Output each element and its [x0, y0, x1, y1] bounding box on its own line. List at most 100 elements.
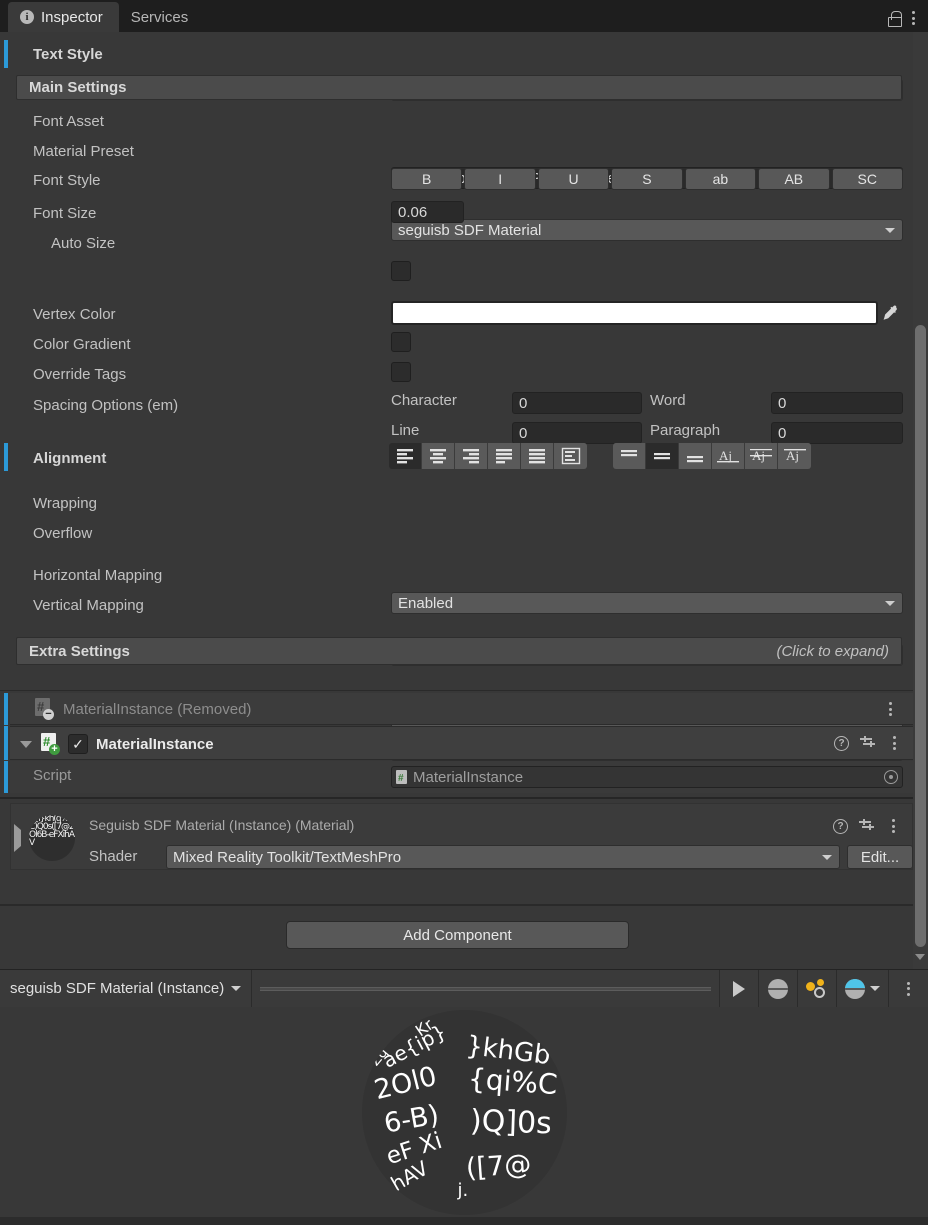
tab-services[interactable]: Services — [119, 2, 205, 32]
window-menu-kebab-icon[interactable] — [906, 10, 920, 26]
preview-toolbar: seguisb SDF Material (Instance) — [0, 969, 928, 1007]
wrapping-dropdown[interactable]: Enabled — [391, 592, 903, 614]
component-removed-kebab-icon[interactable] — [883, 701, 897, 717]
row-alignment: Alignment — [0, 443, 106, 473]
shader-edit-button[interactable]: Edit... — [847, 845, 913, 869]
color-gradient-checkbox[interactable] — [391, 332, 411, 352]
material-foldout-arrow[interactable] — [14, 824, 21, 852]
material-title: Seguisb SDF Material (Instance) (Materia… — [89, 817, 354, 833]
tab-inspector[interactable]: i Inspector — [8, 2, 119, 32]
add-component-button[interactable]: Add Component — [286, 921, 629, 949]
row-vertical-mapping: Vertical Mapping — [0, 590, 144, 620]
align-left-button[interactable] — [389, 443, 422, 469]
row-font-asset: Font Asset — [0, 106, 104, 136]
spacing-word-input[interactable]: 0 — [771, 392, 903, 414]
spacing-character-input[interactable]: 0 — [512, 392, 642, 414]
preview-menu-button[interactable] — [889, 970, 928, 1008]
alignment-vertical-group: Aj Aj Aj — [613, 443, 811, 469]
preview-environment-button[interactable] — [837, 970, 889, 1008]
align-center-button[interactable] — [422, 443, 455, 469]
override-tags-checkbox[interactable] — [391, 362, 411, 382]
override-tags-label: Override Tags — [33, 366, 126, 383]
preview-glyph: ([7@ — [465, 1150, 532, 1181]
materialinstance-enabled-checkbox[interactable]: ✓ — [68, 734, 88, 754]
align-flush-button[interactable] — [521, 443, 554, 469]
chevron-down-icon — [885, 228, 895, 233]
main-settings-header[interactable]: Main Settings — [16, 75, 902, 100]
materialinstance-kebab-icon[interactable] — [887, 735, 901, 751]
font-style-lowercase-button[interactable]: ab — [685, 168, 756, 190]
row-override-tags: Override Tags — [0, 359, 126, 389]
row-auto-size: Auto Size — [18, 228, 115, 258]
material-preview-canvas[interactable]: ae{ip}}khGb{qi%C)Q]0s([7@2Ol06-B)eF XihA… — [0, 1007, 928, 1217]
spacing-line-input[interactable]: 0 — [512, 422, 642, 444]
preview-lighting-button[interactable] — [798, 970, 837, 1008]
component-divider — [0, 690, 913, 691]
materialinstance-title: MaterialInstance — [96, 736, 214, 753]
component-materialinstance-removed[interactable]: # − MaterialInstance (Removed) — [10, 693, 913, 725]
inspector-scrollbar-thumb[interactable] — [915, 325, 926, 947]
preview-glyph: 2Ol0 — [371, 1062, 439, 1103]
preview-shading-button[interactable] — [759, 970, 798, 1008]
scrollbar-down-arrow-icon[interactable] — [915, 954, 925, 960]
spacing-options-label: Spacing Options (em) — [33, 397, 178, 414]
preview-play-button[interactable] — [720, 970, 759, 1008]
align-geometry-center-button[interactable] — [554, 443, 587, 469]
font-style-uppercase-button[interactable]: AB — [758, 168, 829, 190]
tab-services-label: Services — [131, 9, 189, 26]
extra-settings-header[interactable]: Extra Settings (Click to expand) — [16, 637, 902, 665]
material-preset-dropdown[interactable]: seguisb SDF Material — [391, 219, 903, 241]
row-vertex-color: Vertex Color — [0, 299, 116, 329]
font-style-bold-label: B — [422, 171, 431, 187]
font-style-smallcaps-button[interactable]: SC — [832, 168, 903, 190]
prefab-override-accent-text-style — [4, 40, 8, 68]
preset-icon[interactable] — [859, 819, 875, 833]
lock-icon[interactable] — [886, 10, 902, 26]
align-top-button[interactable] — [613, 443, 646, 469]
font-style-underline-button[interactable]: U — [538, 168, 609, 190]
preview-object-selector[interactable]: seguisb SDF Material (Instance) — [0, 970, 252, 1008]
align-right-button[interactable] — [455, 443, 488, 469]
info-icon: i — [20, 10, 34, 24]
font-size-input[interactable]: 0.06 — [391, 201, 464, 223]
align-middle-button[interactable] — [646, 443, 679, 469]
align-capline-button[interactable]: Aj — [778, 443, 811, 469]
component-materialinstance-header[interactable]: # + ✓ MaterialInstance ? — [10, 726, 913, 760]
preview-glyph: {qi%C — [467, 1064, 558, 1098]
font-style-strikethrough-button[interactable]: S — [611, 168, 682, 190]
preset-icon[interactable] — [860, 736, 876, 750]
font-size-label: Font Size — [33, 205, 96, 222]
font-style-button-group: B I U S ab AB SC — [391, 168, 903, 190]
help-icon[interactable]: ? — [833, 819, 848, 834]
eyedropper-icon[interactable] — [880, 301, 902, 325]
spacing-paragraph-input[interactable]: 0 — [771, 422, 903, 444]
vertex-color-label: Vertex Color — [33, 306, 116, 323]
spacing-character-label: Character — [391, 392, 457, 409]
preview-object-name: seguisb SDF Material (Instance) — [10, 980, 224, 997]
environment-sphere-icon — [845, 979, 865, 999]
preview-scrub-slider[interactable] — [252, 970, 720, 1008]
vertex-color-swatch[interactable] — [391, 301, 878, 325]
auto-size-checkbox[interactable] — [391, 261, 411, 281]
svg-text:Aj: Aj — [719, 448, 732, 463]
spacing-paragraph-label: Paragraph — [650, 422, 720, 439]
row-spacing-options: Spacing Options (em) — [0, 390, 178, 420]
prefab-override-accent-materialinstance — [4, 726, 8, 760]
align-baseline-button[interactable]: Aj — [712, 443, 745, 469]
csharp-script-removed-icon: # − — [34, 698, 54, 720]
align-justified-button[interactable] — [488, 443, 521, 469]
preview-glyph: )Q]0s — [469, 1106, 552, 1139]
color-gradient-label: Color Gradient — [33, 336, 131, 353]
object-picker-icon[interactable] — [884, 770, 898, 784]
align-bottom-button[interactable] — [679, 443, 712, 469]
font-style-italic-button[interactable]: I — [464, 168, 535, 190]
row-horizontal-mapping: Horizontal Mapping — [0, 560, 162, 590]
font-style-bold-button[interactable]: B — [391, 168, 462, 190]
shader-dropdown[interactable]: Mixed Reality Toolkit/TextMeshPro — [166, 845, 840, 869]
help-icon[interactable]: ? — [834, 736, 849, 751]
material-sphere-preview: e{i}kh(q%C)Q0s([7@2Ol6B-eFXihAV — [29, 815, 75, 861]
align-midline-button[interactable]: Aj — [745, 443, 778, 469]
material-preview-sphere: ae{ip}}khGb{qi%C)Q]0s([7@2Ol06-B)eF XihA… — [362, 1010, 567, 1215]
materialinstance-foldout-arrow[interactable] — [20, 741, 32, 748]
material-kebab-icon[interactable] — [886, 818, 900, 834]
